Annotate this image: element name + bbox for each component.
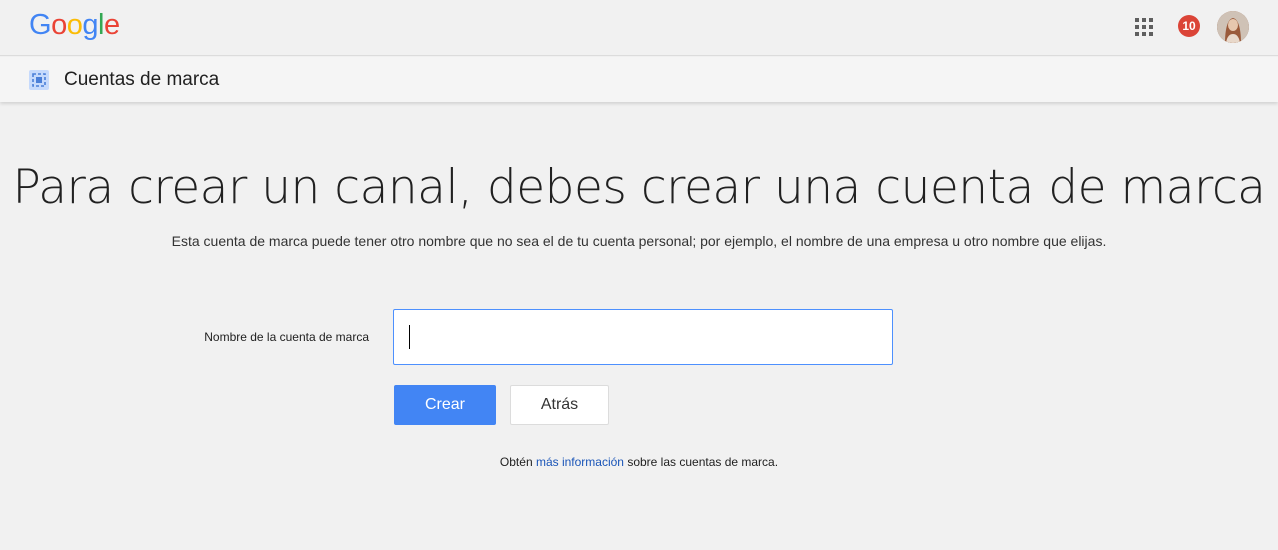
more-info-link[interactable]: más información [536,455,624,469]
create-button[interactable]: Crear [394,385,496,425]
google-logo[interactable]: Google [29,7,120,43]
page-title: Para crear un canal, debes crear una cue… [12,160,1266,215]
back-button[interactable]: Atrás [510,385,609,425]
more-info-suffix: sobre las cuentas de marca. [623,455,779,469]
avatar[interactable] [1217,11,1249,43]
brand-name-input[interactable] [393,309,893,365]
more-info-prefix: Obtén [499,455,536,469]
page-section-title: Cuentas de marca [64,69,220,90]
top-bar: Google 10 [0,0,1278,56]
logo-letter: o [51,9,67,41]
brand-name-label: Nombre de la cuenta de marca [204,330,369,344]
logo-letter: o [66,9,83,41]
brand-account-icon [29,70,49,90]
apps-grid-icon[interactable] [1135,18,1153,36]
brand-accounts-bar: Cuentas de marca [0,57,1278,102]
text-cursor [409,325,410,349]
more-info-text: Obtén más información sobre las cuentas … [0,454,1278,470]
page-description: Esta cuenta de marca puede tener otro no… [171,233,1107,249]
notifications-badge[interactable]: 10 [1178,15,1200,37]
logo-letter: e [103,9,120,41]
logo-letter: G [29,9,52,41]
logo-letter: g [82,9,98,41]
